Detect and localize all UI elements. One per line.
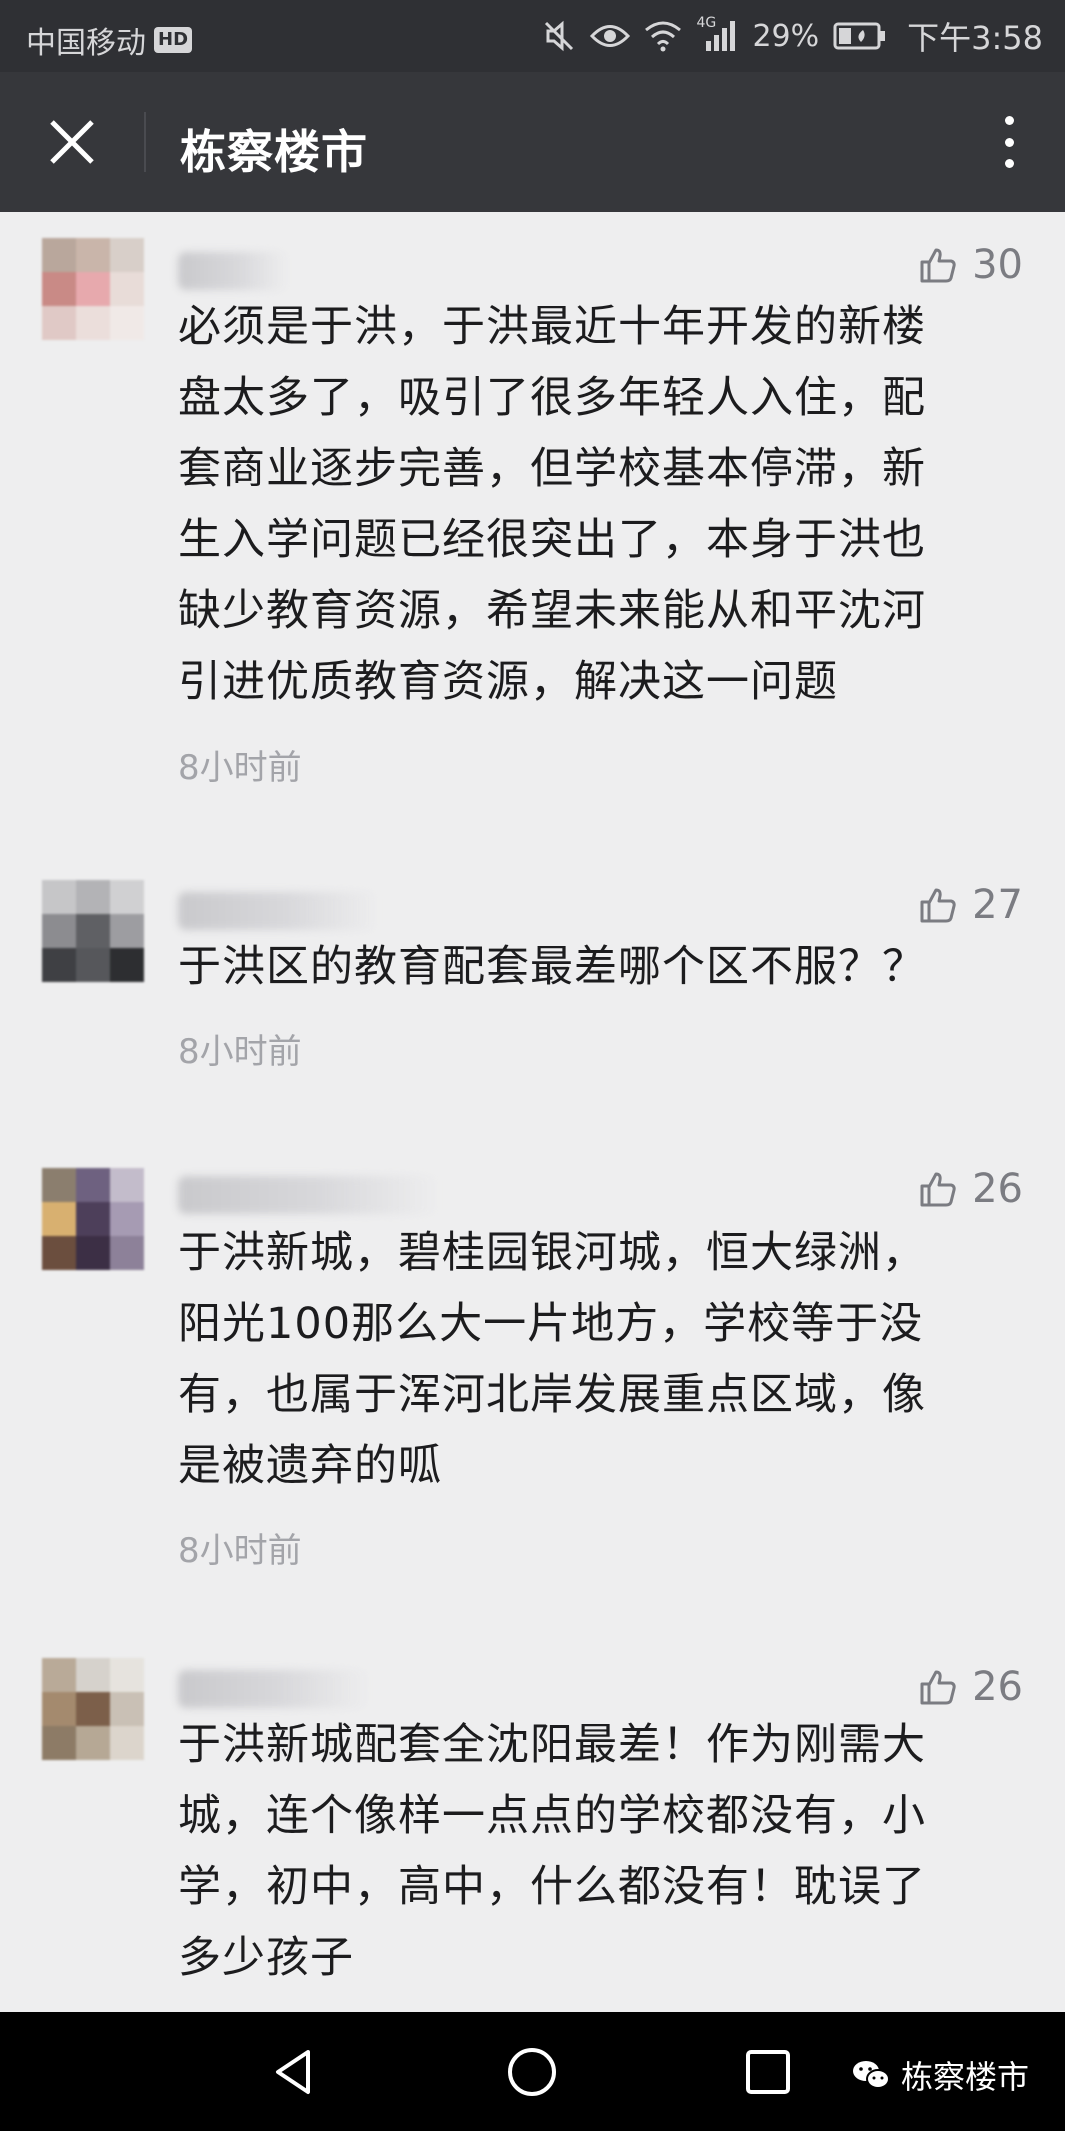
like-button[interactable]: 26 (918, 1664, 1023, 1710)
like-count: 30 (972, 242, 1023, 288)
home-button[interactable] (506, 2046, 558, 2102)
navigation-bar: 栋察楼市 (0, 2012, 1065, 2131)
like-count: 26 (972, 1664, 1023, 1710)
comment-time: 8小时前 (178, 1032, 302, 1072)
comment-line: 多少孩子 (178, 1933, 354, 1983)
carrier-info: 中国移动 HD (26, 18, 193, 62)
title-bar: 栋察楼市 (0, 72, 1065, 212)
like-button[interactable]: 30 (918, 242, 1023, 288)
comment-line: 于洪新城配套全沈阳最差！作为刚需大 (178, 1720, 926, 1770)
comment-content: 于洪区的教育配套最差哪个区不服？？ (178, 932, 998, 1003)
thumbs-up-icon (920, 1670, 956, 1705)
carrier-name: 中国移动 (26, 26, 146, 61)
avatar[interactable] (42, 1658, 146, 1762)
status-bar: 中国移动 HD 4G 29% 下午3:58 (0, 0, 1065, 72)
more-dot (1004, 159, 1014, 168)
signal-icon: 4G (696, 15, 738, 53)
comment-line: 套商业逐步完善，但学校基本停滞，新 (178, 444, 926, 494)
avatar[interactable] (42, 880, 146, 984)
home-circle-icon (508, 2048, 556, 2096)
comment-line: 生入学问题已经很突出了，本身于洪也 (178, 515, 926, 565)
more-dot (1004, 137, 1014, 147)
title-divider (144, 112, 146, 172)
comment-line: 城，连个像样一点点的学校都没有，小 (178, 1791, 926, 1841)
page-title: 栋察楼市 (180, 125, 368, 179)
comment-time: 8小时前 (178, 1531, 302, 1571)
battery-percent: 29% (752, 18, 820, 54)
eye-icon (590, 25, 631, 47)
like-count: 27 (972, 882, 1023, 928)
back-triangle-icon (276, 2050, 310, 2094)
more-options-button[interactable] (989, 108, 1029, 176)
wechat-icon (852, 2061, 890, 2089)
status-icons: 4G 29% 下午3:58 (542, 15, 1043, 57)
thumbs-up-icon (920, 248, 956, 283)
thumbs-up-icon (920, 1172, 956, 1207)
comment-time: 8小时前 (178, 748, 302, 788)
nickname-blurred (178, 892, 378, 930)
comment-content: 于洪新城，碧桂园银河城，恒大绿洲， 阳光100那么大一片地方，学校等于没 有，也… (178, 1218, 998, 1502)
comment-line: 有，也属于浑河北岸发展重点区域，像 (178, 1370, 926, 1420)
comment-content: 必须是于洪，于洪最近十年开发的新楼 盘太多了，吸引了很多年轻人入住，配 套商业逐… (178, 292, 998, 718)
avatar[interactable] (42, 238, 146, 342)
comment-line: 必须是于洪，于洪最近十年开发的新楼 (178, 302, 926, 352)
comment-line: 于洪新城，碧桂园银河城，恒大绿洲， (178, 1228, 926, 1278)
like-count: 26 (972, 1166, 1023, 1212)
avatar[interactable] (42, 1168, 146, 1272)
comment-line: 缺少教育资源，希望未来能从和平沈河 (178, 586, 926, 636)
nickname-blurred (178, 1670, 368, 1708)
comment-line: 学，初中，高中，什么都没有！耽误了 (178, 1862, 926, 1912)
watermark-label: 栋察楼市 (900, 2058, 1029, 2096)
close-icon (50, 120, 94, 164)
like-button[interactable]: 26 (918, 1166, 1023, 1212)
recent-apps-button[interactable] (744, 2048, 792, 2100)
comment-line: 于洪区的教育配套最差哪个区不服？？ (178, 942, 926, 992)
comment-content: 于洪新城配套全沈阳最差！作为刚需大 城，连个像样一点点的学校都没有，小 学，初中… (178, 1710, 998, 1994)
battery-icon (833, 22, 886, 50)
mute-icon (545, 20, 574, 52)
comment-line: 阳光100那么大一片地方，学校等于没 (178, 1299, 924, 1349)
comment-line: 引进优质教育资源，解决这一问题 (178, 657, 838, 707)
wifi-icon (645, 21, 682, 52)
clock: 下午3:58 (907, 19, 1043, 57)
thumbs-up-icon (920, 888, 956, 923)
watermark: 栋察楼市 (851, 2052, 1029, 2098)
more-vertical-icon (1004, 116, 1014, 125)
close-button[interactable] (40, 110, 104, 174)
comment-list[interactable]: 30 必须是于洪，于洪最近十年开发的新楼 盘太多了，吸引了很多年轻人入住，配 套… (0, 212, 1065, 2012)
nickname-blurred (178, 252, 288, 290)
like-button[interactable]: 27 (918, 882, 1023, 928)
nickname-blurred (178, 1176, 438, 1214)
back-button[interactable] (268, 2046, 320, 2102)
hd-badge: HD (154, 27, 193, 53)
recent-apps-icon (746, 2050, 790, 2094)
comment-line: 盘太多了，吸引了很多年轻人入住，配 (178, 373, 926, 423)
comment-line: 是被遗弃的呱 (178, 1441, 442, 1491)
